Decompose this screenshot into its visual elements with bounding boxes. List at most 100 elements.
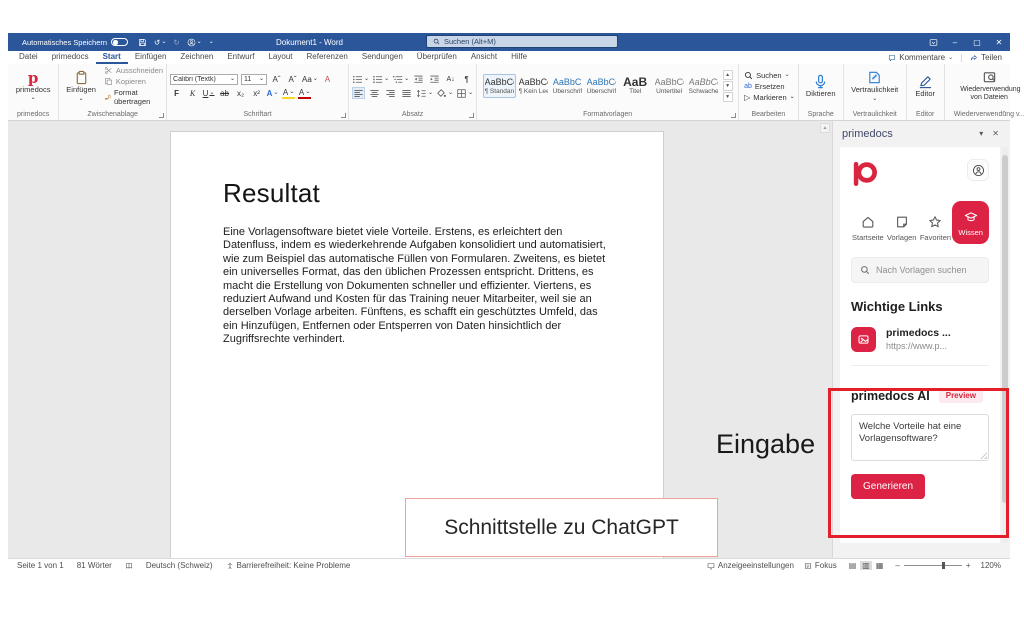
pane-scrollbar-thumb[interactable] — [1002, 155, 1008, 503]
clear-formatting-button[interactable]: A — [321, 73, 334, 85]
style-kein-leerraum[interactable]: AaBbCcDc ¶ Kein Lee... — [517, 74, 550, 98]
reuse-files-button[interactable]: Wiederverwendung von Dateien — [956, 69, 1022, 102]
grow-font-button[interactable]: Aˆ — [270, 73, 283, 85]
account-dropdown-icon[interactable]: ⌄ — [197, 39, 202, 45]
tab-einfuegen[interactable]: Einfügen — [128, 51, 174, 64]
nav-favoriten[interactable]: Favoriten — [919, 210, 953, 244]
maximize-button[interactable]: ▢ — [966, 33, 988, 51]
zoom-out-button[interactable]: – — [895, 561, 899, 570]
nav-vorlagen[interactable]: Vorlagen — [885, 210, 919, 244]
subscript-button[interactable]: x₂ — [234, 87, 247, 99]
highlight-color-button[interactable]: A⌄ — [282, 87, 295, 99]
ribbon-options-button[interactable] — [922, 33, 944, 51]
style-untertitel[interactable]: AaBbCcD Untertitel — [653, 74, 686, 98]
style-standard[interactable]: AaBbCcDc ¶ Standard — [483, 74, 516, 98]
tab-entwurf[interactable]: Entwurf — [220, 51, 261, 64]
styles-expand-button[interactable]: ▼ — [723, 92, 733, 102]
pane-menu-button[interactable]: ▾ — [977, 129, 985, 138]
save-button[interactable] — [138, 38, 147, 47]
styles-scroll-up-button[interactable]: ▲ — [723, 70, 733, 80]
nav-wissen[interactable]: Wissen — [952, 201, 989, 244]
search-box[interactable] — [426, 35, 618, 48]
minimize-button[interactable]: – — [944, 33, 966, 51]
generate-button[interactable]: Generieren — [851, 474, 925, 499]
web-layout-button[interactable]: ▦ — [874, 561, 886, 570]
cut-button[interactable]: Ausschneiden — [104, 66, 163, 75]
proofing-status[interactable] — [125, 562, 133, 570]
justify-button[interactable] — [400, 87, 413, 99]
pane-expand-chevron-icon[interactable]: ⌄ — [983, 531, 990, 540]
indent-button[interactable] — [428, 73, 441, 85]
select-button[interactable]: ▷Markieren⌄ — [744, 93, 795, 102]
tab-primedocs[interactable]: primedocs — [45, 51, 96, 64]
font-size-combo[interactable]: 11⌄ — [241, 74, 267, 85]
style-ueberschrift-2[interactable]: AaBbCcD Überschrif... — [585, 74, 618, 98]
customize-qat-button[interactable]: ⌄ — [209, 39, 214, 45]
bullet-list-button[interactable]: ⌄ — [352, 73, 369, 85]
numbered-list-button[interactable]: ⌄ — [372, 73, 389, 85]
dictate-button[interactable]: Diktieren — [802, 73, 840, 99]
align-right-button[interactable] — [384, 87, 397, 99]
pane-close-button[interactable]: ✕ — [990, 129, 1001, 138]
text-effects-button[interactable]: A⌄ — [266, 87, 279, 99]
align-center-button[interactable] — [368, 87, 381, 99]
superscript-button[interactable]: x² — [250, 87, 263, 99]
borders-button[interactable]: ⌄ — [456, 87, 473, 99]
account-button[interactable]: ⌄ — [187, 38, 202, 47]
dialog-launcher[interactable] — [731, 113, 736, 118]
print-layout-button[interactable]: ▥ — [860, 561, 872, 570]
account-button[interactable] — [967, 159, 989, 181]
template-search-box[interactable] — [851, 257, 989, 283]
dialog-launcher[interactable] — [341, 113, 346, 118]
sort-button[interactable]: A↓ — [444, 73, 457, 85]
font-name-combo[interactable]: Calibri (Textk)⌄ — [170, 74, 238, 85]
read-mode-button[interactable]: ▤ — [847, 561, 859, 570]
zoom-slider[interactable] — [904, 562, 962, 569]
replace-button[interactable]: abErsetzen — [744, 82, 784, 91]
paste-button[interactable]: Einfügen ⌄ — [62, 69, 100, 102]
autosave-control[interactable]: Automatisches Speichern — [22, 38, 128, 47]
style-schwache-hervorhebung[interactable]: AaBbCcDt Schwache... — [687, 74, 720, 98]
italic-button[interactable]: K — [186, 87, 199, 99]
tab-hilfe[interactable]: Hilfe — [504, 51, 534, 64]
tab-start[interactable]: Start — [96, 51, 128, 64]
styles-scroll-down-button[interactable]: ▼ — [723, 81, 733, 91]
focus-button[interactable]: Fokus — [804, 561, 837, 570]
dialog-launcher[interactable] — [469, 113, 474, 118]
word-count[interactable]: 81 Wörter — [77, 561, 112, 570]
tab-datei[interactable]: Datei — [12, 51, 45, 64]
style-titel[interactable]: AaB Titel — [619, 74, 652, 98]
style-ueberschrift-1[interactable]: AaBbC Überschrif... — [551, 74, 584, 98]
search-input[interactable] — [444, 37, 611, 46]
shading-button[interactable]: ⌄ — [436, 87, 453, 99]
scroll-up-button[interactable]: ▲ — [820, 123, 830, 133]
strikethrough-button[interactable]: ab — [218, 87, 231, 99]
pane-scrollbar[interactable] — [1002, 147, 1008, 543]
zoom-level[interactable]: 120% — [981, 561, 1001, 570]
document-page[interactable]: Resultat Eine Vorlagensoftware bietet vi… — [170, 131, 664, 558]
undo-button[interactable]: ↺⌄ — [154, 38, 166, 47]
nav-startseite[interactable]: Startseite — [851, 210, 885, 244]
dialog-launcher[interactable] — [159, 113, 164, 118]
comments-button[interactable]: Kommentare ⌄ — [888, 53, 953, 62]
line-spacing-button[interactable]: ⌄ — [416, 87, 433, 99]
multilevel-list-button[interactable]: ⌄ — [392, 73, 409, 85]
font-color-button[interactable]: A⌄ — [298, 87, 311, 99]
underline-button[interactable]: U⌄ — [202, 87, 215, 99]
change-case-button[interactable]: Aa⌄ — [302, 73, 318, 85]
editor-button[interactable]: Editor — [911, 73, 939, 99]
copy-button[interactable]: Kopieren — [104, 77, 163, 86]
language-indicator[interactable]: Deutsch (Schweiz) — [146, 561, 213, 570]
undo-dropdown-icon[interactable]: ⌄ — [161, 39, 166, 45]
display-settings-button[interactable]: Anzeigeeinstellungen — [707, 561, 794, 570]
close-button[interactable]: ✕ — [988, 33, 1010, 51]
link-item-primedocs[interactable]: primedocs ... https://www.p... — [851, 327, 989, 366]
tab-ueberpruefen[interactable]: Überprüfen — [410, 51, 464, 64]
accessibility-status[interactable]: Barrierefreiheit: Keine Probleme — [226, 561, 351, 570]
autosave-toggle[interactable] — [111, 38, 128, 46]
template-search-input[interactable] — [876, 265, 980, 275]
redo-button[interactable]: ↻ — [173, 38, 179, 47]
tab-referenzen[interactable]: Referenzen — [300, 51, 355, 64]
collapse-ribbon-button[interactable]: ⌃ — [1001, 110, 1007, 118]
zoom-in-button[interactable]: + — [966, 561, 971, 570]
